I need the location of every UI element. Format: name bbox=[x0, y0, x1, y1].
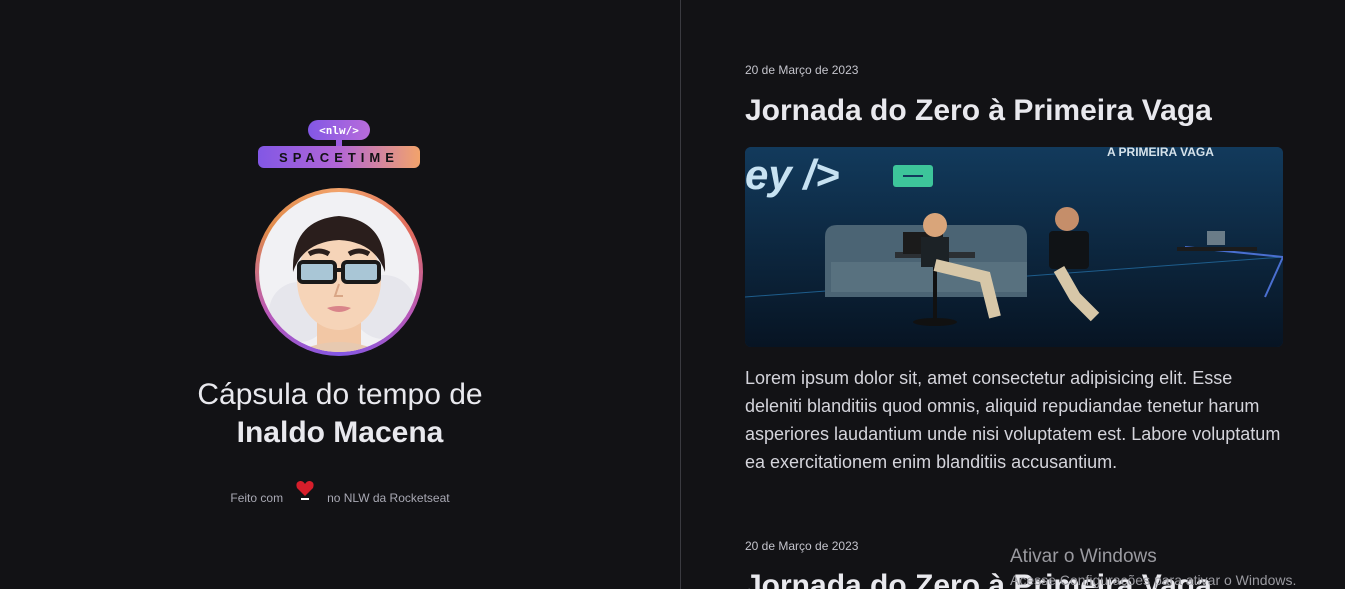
image-caption-left: ey /> bbox=[745, 151, 840, 198]
avatar[interactable] bbox=[255, 188, 423, 356]
memory-content: Lorem ipsum dolor sit, amet consectetur … bbox=[745, 368, 1281, 472]
memory-date: 20 de Março de 2023 bbox=[745, 539, 859, 553]
image-caption-right: A PRIMEIRA VAGA bbox=[1107, 147, 1214, 159]
heart-icon bbox=[295, 479, 315, 506]
memory-title: Jornada do Zero à Primeira Vaga bbox=[745, 94, 1212, 127]
capsule-title: Cápsula do tempo de bbox=[197, 378, 483, 411]
nlw-spacetime-logo: <nlw/> SPACETIME bbox=[258, 120, 420, 168]
memory-image: ey /> A PRIMEIRA VAGA bbox=[745, 147, 1283, 347]
profile-panel: <nlw/> SPACETIME Cápsula do tempo de Ina… bbox=[0, 0, 680, 589]
memory-date: 20 de Março de 2023 bbox=[745, 63, 859, 77]
footer-text-before: Feito com bbox=[230, 491, 284, 505]
windows-activation-title: Ativar o Windows bbox=[1010, 546, 1157, 567]
footer: Feito com no NLW da Rocketseat bbox=[0, 478, 680, 518]
logo-name-badge: SPACETIME bbox=[258, 146, 420, 168]
windows-activation-subtitle: Acesse Configurações para ativar o Windo… bbox=[1010, 572, 1297, 588]
logo-code-badge: <nlw/> bbox=[308, 120, 370, 140]
footer-text-after: no NLW da Rocketseat bbox=[327, 491, 450, 505]
memories-feed[interactable]: 20 de Março de 2023 Jornada do Zero à Pr… bbox=[681, 0, 1345, 589]
user-name: Inaldo Macena bbox=[236, 416, 444, 449]
avatar-image bbox=[259, 192, 419, 352]
